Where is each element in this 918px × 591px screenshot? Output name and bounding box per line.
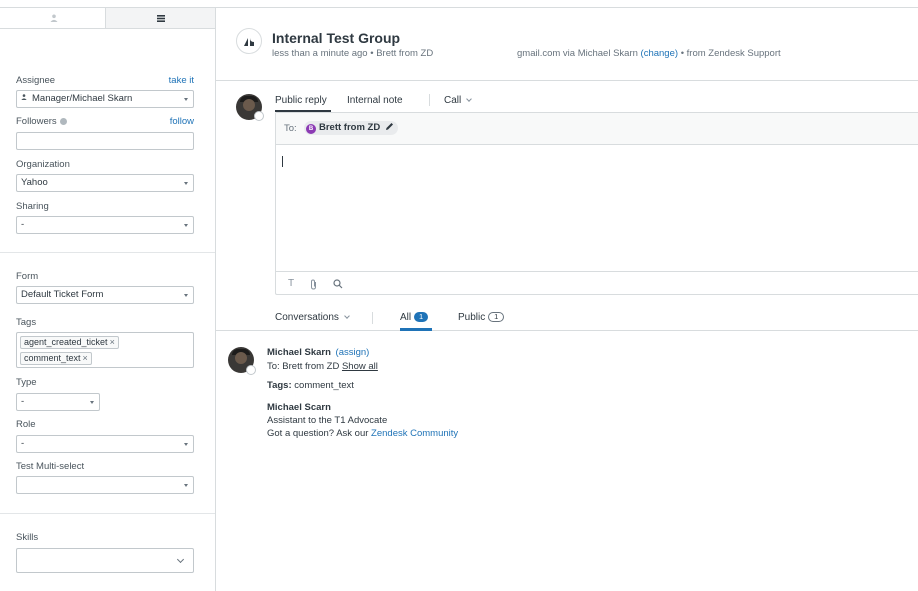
caret-down-icon xyxy=(184,484,188,487)
text-cursor xyxy=(282,156,283,167)
followers-label: Followers xyxy=(16,116,67,127)
remove-tag-icon[interactable]: × xyxy=(110,337,115,347)
tag-chip[interactable]: agent_created_ticket × xyxy=(20,336,119,349)
caret-down-icon xyxy=(184,294,188,297)
followers-field[interactable] xyxy=(16,132,194,150)
conversation-filter-bar: Conversations All 1 Public 1 xyxy=(216,308,918,331)
to-label: To: xyxy=(284,123,297,134)
search-icon[interactable] xyxy=(333,279,343,289)
reply-composer[interactable]: To: B Brett from ZD T xyxy=(275,112,918,295)
signature-title: Assistant to the T1 Advocate xyxy=(267,415,388,426)
type-value: - xyxy=(21,396,25,407)
form-select[interactable]: Default Ticket Form xyxy=(16,286,194,304)
ticket-meta: less than a minute ago • Brett from ZD xyxy=(272,48,434,59)
caret-down-icon xyxy=(184,443,188,446)
composer-toolbar: T xyxy=(276,271,918,296)
caret-down-icon xyxy=(184,98,188,101)
signature-question: Got a question? Ask our Zendesk Communit… xyxy=(267,428,459,439)
active-tab-indicator xyxy=(400,328,432,331)
tags-field[interactable]: agent_created_ticket × comment_text × xyxy=(16,332,194,368)
public-count-badge: 1 xyxy=(488,312,505,322)
recipient-initial: B xyxy=(306,124,316,134)
sharing-value: - xyxy=(21,219,25,230)
type-label: Type xyxy=(16,377,37,388)
ticket-header: Internal Test Group less than a minute a… xyxy=(216,8,918,81)
all-count-badge: 1 xyxy=(414,312,429,322)
follow-link[interactable]: follow xyxy=(170,116,194,127)
tab-internal-note[interactable]: Internal note xyxy=(347,95,403,106)
message-tags: Tags: comment_text xyxy=(267,380,354,391)
organization-value: Yahoo xyxy=(21,177,48,188)
tab-separator xyxy=(372,312,373,324)
tab-call[interactable]: Call xyxy=(444,95,473,106)
message-recipients: To: Brett from ZD Show all xyxy=(267,361,378,372)
tab-public[interactable]: Public 1 xyxy=(458,312,505,323)
form-value: Default Ticket Form xyxy=(21,289,104,300)
sharing-select[interactable]: - xyxy=(16,216,194,234)
chevron-down-icon xyxy=(176,555,185,564)
caret-down-icon xyxy=(184,182,188,185)
change-requester-link[interactable]: (change) xyxy=(641,48,679,59)
tab-public-reply[interactable]: Public reply xyxy=(275,95,327,106)
zendesk-community-link[interactable]: Zendesk Community xyxy=(371,428,458,439)
tag-chip[interactable]: comment_text × xyxy=(20,352,92,365)
agent-badge-icon xyxy=(254,111,264,121)
caret-down-icon xyxy=(90,401,94,404)
zendesk-logo-icon xyxy=(236,28,262,54)
person-icon xyxy=(50,14,57,22)
tab-separator xyxy=(429,94,430,106)
assign-link[interactable]: (assign) xyxy=(336,347,370,358)
ticket-meta-source: gmail.com via Michael Skarn (change) • f… xyxy=(517,48,781,59)
tags-label: Tags xyxy=(16,317,37,328)
top-bar xyxy=(0,0,918,8)
skills-select[interactable] xyxy=(16,548,194,573)
take-it-link[interactable]: take it xyxy=(169,75,194,86)
caret-down-icon xyxy=(184,224,188,227)
ticket-properties-sidebar: Assignee take it Manager/Michael Skarn F… xyxy=(0,8,216,591)
message-author: Michael Skarn (assign) xyxy=(267,347,370,358)
sidebar-tabs xyxy=(0,8,215,29)
pencil-icon[interactable] xyxy=(385,122,394,131)
multiselect-label: Test Multi-select xyxy=(16,461,85,472)
text-format-icon[interactable]: T xyxy=(288,278,294,289)
remove-tag-icon[interactable]: × xyxy=(83,353,88,363)
assignee-select[interactable]: Manager/Michael Skarn xyxy=(16,90,194,108)
sidebar-divider xyxy=(0,513,215,514)
assignee-value: Manager/Michael Skarn xyxy=(32,93,133,104)
role-label: Role xyxy=(16,419,36,430)
organization-label: Organization xyxy=(16,159,70,170)
role-value: - xyxy=(21,438,25,449)
tab-ticket[interactable] xyxy=(105,8,215,28)
role-select[interactable]: - xyxy=(16,435,194,453)
ticket-main-pane: Internal Test Group less than a minute a… xyxy=(216,8,918,591)
agent-badge-icon xyxy=(246,365,256,375)
sidebar-divider xyxy=(0,252,215,253)
signature-name: Michael Scarn xyxy=(267,402,331,413)
attachment-icon[interactable] xyxy=(309,279,318,290)
skills-label: Skills xyxy=(16,532,39,543)
type-select[interactable]: - xyxy=(16,393,100,411)
person-icon xyxy=(21,94,27,100)
tab-all[interactable]: All 1 xyxy=(400,312,429,323)
organization-select[interactable]: Yahoo xyxy=(16,174,194,192)
chevron-down-icon xyxy=(344,313,350,319)
info-icon xyxy=(59,118,67,125)
ticket-list-icon xyxy=(156,14,165,22)
chevron-down-icon xyxy=(466,96,473,102)
show-all-link[interactable]: Show all xyxy=(342,361,378,372)
recipient-row: To: B Brett from ZD xyxy=(276,113,918,145)
ticket-title: Internal Test Group xyxy=(272,30,401,46)
recipient-chip[interactable]: B Brett from ZD xyxy=(304,121,398,135)
form-label: Form xyxy=(16,271,39,282)
conversations-dropdown[interactable]: Conversations xyxy=(275,312,350,323)
tab-user[interactable] xyxy=(0,8,107,28)
assignee-label: Assignee xyxy=(16,75,56,86)
multiselect-field[interactable] xyxy=(16,476,194,494)
sharing-label: Sharing xyxy=(16,201,49,212)
